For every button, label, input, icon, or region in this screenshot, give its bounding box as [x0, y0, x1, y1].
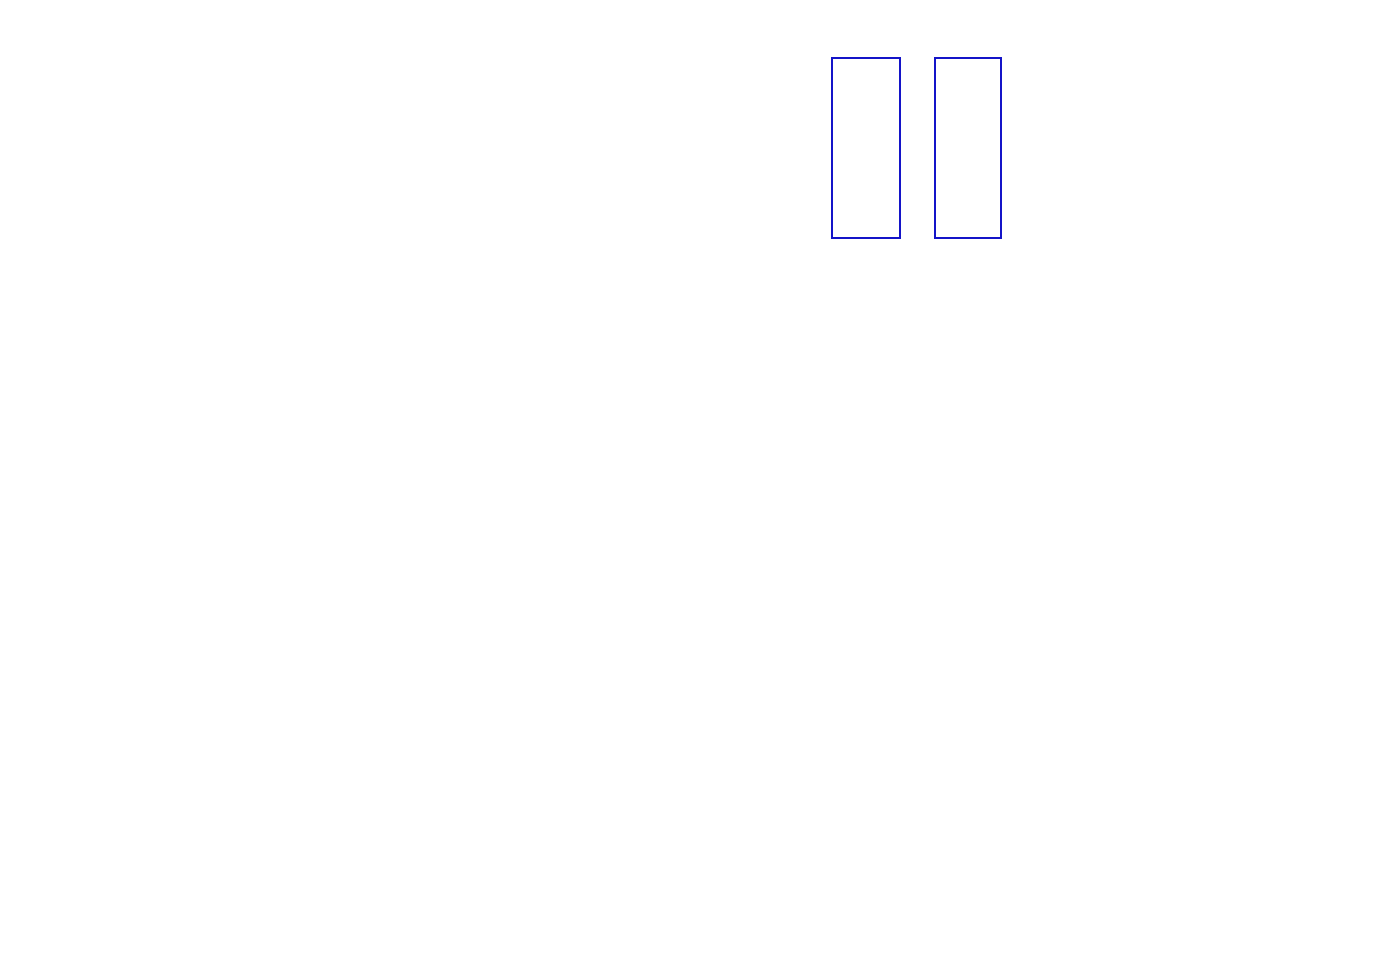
clean-image [934, 57, 1002, 239]
kpno-image-panel [406, 526, 606, 722]
with-sky-image [831, 57, 901, 239]
cutout-grid [465, 33, 795, 261]
full-spectrum-chart [60, 253, 1340, 465]
elixer-detection-report [0, 0, 1400, 953]
fiber-positions-panel [34, 526, 234, 722]
lineflux-map-panel [220, 526, 420, 722]
line-fit-chart [1035, 46, 1315, 218]
